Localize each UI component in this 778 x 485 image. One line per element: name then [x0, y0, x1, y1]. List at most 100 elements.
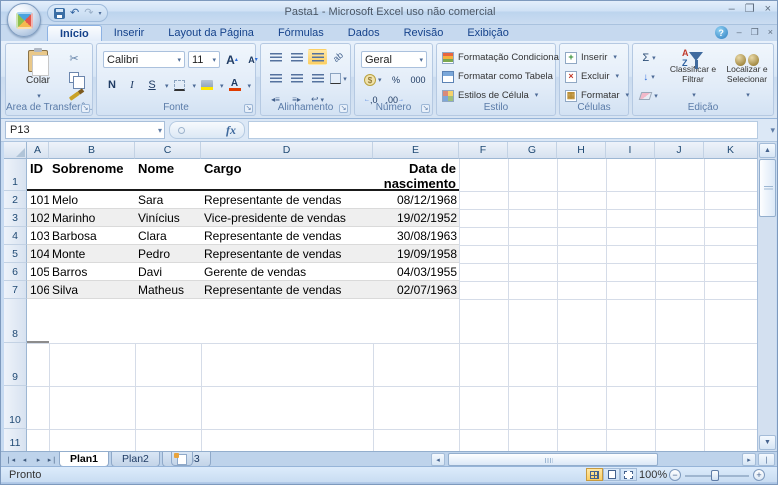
column-header[interactable]: I — [606, 142, 655, 159]
redo-button[interactable]: ↷ — [84, 8, 93, 19]
normal-view-button[interactable] — [586, 468, 603, 481]
column-header[interactable]: K — [704, 142, 757, 159]
fill-button[interactable]: ↓ — [637, 69, 661, 85]
select-all-corner[interactable] — [4, 142, 27, 159]
first-sheet-button[interactable]: ❘◂ — [4, 453, 17, 466]
row-header[interactable]: 5 — [4, 245, 27, 263]
row-header[interactable]: 2 — [4, 191, 27, 209]
scroll-down-button[interactable]: ▼ — [759, 435, 776, 450]
conditional-formatting-button[interactable]: Formatação Condicional — [442, 48, 571, 67]
cell-nome[interactable]: Pedro — [135, 245, 201, 262]
workbook-minimize-button[interactable]: – — [737, 28, 742, 37]
name-box[interactable]: P13 ▾ — [5, 121, 165, 139]
scroll-left-button[interactable]: ◂ — [431, 453, 445, 466]
sort-filter-button[interactable]: AZ Classificar e Filtrar — [665, 48, 721, 104]
font-family-select[interactable]: Calibri — [103, 51, 185, 68]
cell-cargo[interactable]: Gerente de vendas — [201, 263, 373, 280]
find-select-button[interactable]: Localizar e Selecionar — [719, 48, 775, 104]
border-dropdown-icon[interactable] — [191, 76, 197, 94]
column-header[interactable]: G — [508, 142, 557, 159]
number-format-dropdown-icon[interactable] — [417, 54, 423, 66]
vertical-scrollbar-thumb[interactable] — [759, 159, 776, 217]
cell-nome[interactable]: Vinícius — [135, 209, 201, 226]
cell-data-nascimento[interactable]: 08/12/1968 — [373, 191, 459, 208]
cell-nome[interactable]: Clara — [135, 227, 201, 244]
ribbon-tab[interactable]: Fórmulas — [266, 25, 336, 41]
sheet-tab[interactable]: Plan2 — [111, 452, 160, 467]
column-header[interactable]: D — [201, 142, 373, 159]
cell-cargo[interactable]: Representante de vendas — [201, 245, 373, 262]
office-button[interactable] — [7, 3, 41, 37]
undo-button[interactable]: ↶ — [70, 8, 79, 19]
scroll-up-button[interactable]: ▲ — [759, 143, 776, 158]
minimize-button[interactable]: – — [729, 4, 735, 15]
align-middle-button[interactable] — [287, 49, 306, 65]
zoom-in-button[interactable]: + — [753, 469, 765, 481]
insert-cells-button[interactable]: + Inserir — [565, 48, 617, 67]
font-size-dropdown-icon[interactable] — [210, 54, 216, 66]
next-sheet-button[interactable]: ▸ — [32, 453, 45, 466]
ribbon-tab[interactable]: Exibição — [455, 25, 521, 41]
cell-nome[interactable]: Matheus — [135, 281, 201, 298]
help-icon[interactable]: ? — [715, 26, 728, 39]
column-header[interactable]: H — [557, 142, 606, 159]
ribbon-tab[interactable]: Início — [47, 25, 102, 41]
align-right-button[interactable] — [308, 70, 327, 86]
cell-cargo[interactable]: Representante de vendas — [201, 281, 373, 298]
formula-input[interactable] — [248, 121, 758, 139]
cell-data-nascimento[interactable]: 02/07/1963 — [373, 281, 459, 298]
column-header[interactable]: E — [373, 142, 459, 159]
font-color-button[interactable]: A — [226, 77, 244, 94]
cell-id[interactable]: 105 — [27, 263, 49, 280]
paste-button[interactable]: Colar — [17, 49, 59, 105]
underline-button[interactable]: S — [143, 77, 161, 94]
page-layout-view-button[interactable] — [603, 468, 620, 481]
sheet-tab[interactable]: Plan1 — [59, 452, 109, 467]
fill-color-dropdown-icon[interactable] — [218, 76, 224, 94]
align-bottom-button[interactable] — [308, 49, 327, 65]
column-header[interactable]: F — [459, 142, 508, 159]
italic-button[interactable]: I — [123, 77, 141, 94]
scrollbar-resize-handle[interactable]: ❘ — [758, 453, 775, 466]
cell-id[interactable]: 102 — [27, 209, 49, 226]
page-break-view-button[interactable] — [620, 468, 637, 481]
border-button[interactable] — [171, 77, 189, 94]
horizontal-scrollbar-thumb[interactable] — [448, 453, 658, 466]
row-header[interactable]: 6 — [4, 263, 27, 281]
cell-sobrenome[interactable]: Barbosa — [49, 227, 135, 244]
autosum-button[interactable]: Σ — [637, 50, 661, 66]
workbook-close-button[interactable]: × — [768, 28, 773, 37]
cell-cargo[interactable]: Representante de vendas — [201, 227, 373, 244]
align-left-button[interactable] — [266, 70, 285, 86]
number-format-select[interactable]: Geral — [361, 51, 427, 68]
align-center-button[interactable] — [287, 70, 306, 86]
cells-area[interactable]: ID Sobrenome Nome Cargo Data de nascimen… — [27, 159, 757, 451]
cell-data-nascimento[interactable]: 19/02/1952 — [373, 209, 459, 226]
cell-nome[interactable]: Sara — [135, 191, 201, 208]
font-size-select[interactable]: 11 — [188, 51, 220, 68]
accounting-format-button[interactable]: $ — [361, 72, 385, 88]
cell-cargo[interactable]: Vice-presidente de vendas — [201, 209, 373, 226]
cell-sobrenome[interactable]: Barros — [49, 263, 135, 280]
alignment-dialog-launcher[interactable]: ↘ — [339, 104, 348, 113]
prev-sheet-button[interactable]: ◂ — [18, 453, 31, 466]
header-cell-sobrenome[interactable]: Sobrenome — [49, 159, 135, 189]
save-icon[interactable] — [54, 8, 65, 19]
copy-button[interactable] — [64, 69, 84, 85]
vertical-scrollbar[interactable]: ▲ ▼ — [757, 142, 776, 451]
header-cell-data-nascimento[interactable]: Data de nascimento — [373, 159, 459, 189]
format-as-table-button[interactable]: Formatar como Tabela — [442, 67, 562, 86]
clipboard-dialog-launcher[interactable]: ↘ — [81, 104, 90, 113]
cell-data-nascimento[interactable]: 04/03/1955 — [373, 263, 459, 280]
workbook-restore-button[interactable]: ❐ — [751, 28, 759, 37]
name-box-dropdown-icon[interactable]: ▾ — [158, 126, 162, 135]
scroll-right-button[interactable]: ▸ — [742, 453, 756, 466]
number-dialog-launcher[interactable]: ↘ — [421, 104, 430, 113]
percent-style-button[interactable]: % — [387, 72, 406, 88]
accounting-dropdown-icon[interactable] — [376, 75, 382, 85]
close-button[interactable]: × — [765, 4, 771, 15]
ribbon-tab[interactable]: Dados — [336, 25, 392, 41]
cut-button[interactable]: ✂ — [64, 50, 84, 66]
ribbon-tab[interactable]: Layout da Página — [156, 25, 266, 41]
header-cell-id[interactable]: ID — [27, 159, 49, 189]
